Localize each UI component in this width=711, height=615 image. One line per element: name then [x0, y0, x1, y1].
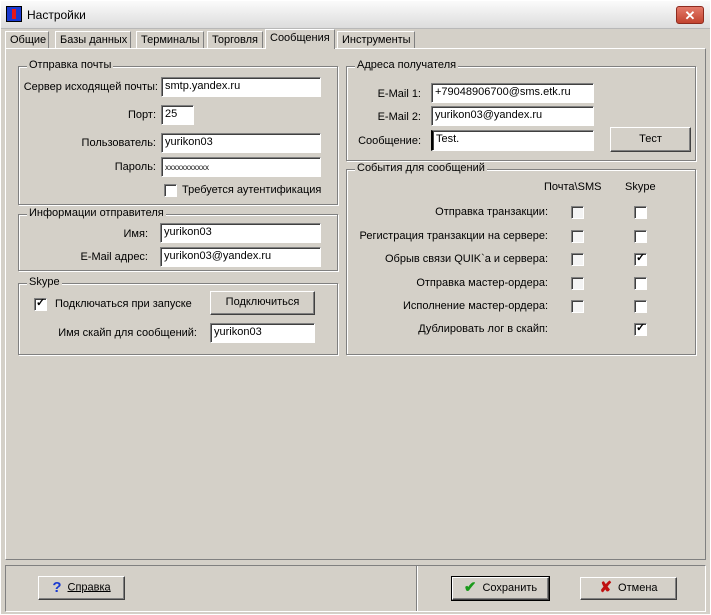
- email1-field[interactable]: +79048906700@sms.etk.ru: [431, 83, 594, 103]
- tab-general[interactable]: Общие: [5, 31, 49, 48]
- check-mark: ✓: [636, 252, 646, 264]
- event-mail-checkbox[interactable]: [571, 230, 584, 243]
- close-button[interactable]: ✕: [676, 6, 704, 24]
- tab-terminals[interactable]: Терминалы: [136, 31, 204, 48]
- tab-databases[interactable]: Базы данных: [55, 31, 131, 48]
- test-button[interactable]: Тест: [610, 127, 691, 152]
- tab-trading[interactable]: Торговля: [207, 31, 263, 48]
- message-label: Сообщение:: [358, 135, 421, 147]
- event-label: Обрыв связи QUIK`a и сервера:: [385, 253, 548, 265]
- skype-connect-check-mark: ✓: [36, 297, 46, 309]
- separator: [416, 566, 418, 611]
- sender-name-label: Имя:: [123, 228, 148, 240]
- auth-checkbox[interactable]: [164, 184, 177, 197]
- save-button-label: Сохранить: [482, 582, 538, 594]
- event-skype-checkbox[interactable]: ✓: [634, 322, 647, 336]
- event-label: Отправка мастер-ордера:: [416, 277, 548, 289]
- event-skype-checkbox[interactable]: [634, 300, 647, 313]
- help-button[interactable]: ? Справка: [38, 576, 125, 600]
- sender-email-label: E-Mail адрес:: [80, 251, 148, 263]
- sender-title: Информации отправителя: [27, 207, 166, 219]
- title-bar[interactable]: Настройки ✕: [1, 1, 710, 29]
- password-label: Пароль:: [114, 161, 156, 173]
- event-skype-checkbox[interactable]: ✓: [634, 252, 647, 266]
- check-mark: ✓: [636, 322, 646, 334]
- tab-instruments[interactable]: Инструменты: [337, 31, 415, 48]
- email2-field[interactable]: yurikon03@yandex.ru: [431, 106, 594, 126]
- skype-name-field[interactable]: yurikon03: [210, 323, 315, 343]
- x-icon: ✘: [599, 579, 613, 597]
- checkmark-icon: ✔: [463, 579, 477, 597]
- port-label: Порт:: [128, 109, 156, 121]
- event-label: Отправка транзакции:: [435, 206, 548, 218]
- save-button[interactable]: ✔ Сохранить: [451, 576, 550, 601]
- event-skype-checkbox[interactable]: [634, 230, 647, 243]
- skype-name-label: Имя скайп для сообщений:: [58, 327, 197, 339]
- skype-title: Skype: [27, 276, 62, 288]
- event-skype-checkbox[interactable]: [634, 277, 647, 290]
- sender-group: Информации отправителя Имя: yurikon03 E-…: [18, 207, 338, 271]
- event-mail-checkbox[interactable]: [571, 253, 584, 266]
- help-button-label: Справка: [67, 581, 111, 594]
- sender-email-field[interactable]: yurikon03@yandex.ru: [160, 247, 321, 267]
- password-field[interactable]: xxxxxxxxxxx: [161, 157, 321, 177]
- port-field[interactable]: 25: [161, 105, 194, 125]
- recipient-title: Адреса получателя: [355, 59, 459, 71]
- settings-window: Настройки ✕ Общие Базы данных Терминалы …: [0, 0, 711, 615]
- email2-label: E-Mail 2:: [377, 111, 421, 123]
- email1-label: E-Mail 1:: [377, 88, 421, 100]
- tab-messages[interactable]: Сообщения: [265, 29, 335, 49]
- skype-group: Skype ✓ Подключаться при запуске Подключ…: [18, 276, 338, 355]
- event-mail-checkbox[interactable]: [571, 277, 584, 290]
- mail-send-title: Отправка почты: [27, 59, 114, 71]
- event-label: Дублировать лог в скайп:: [418, 323, 548, 335]
- sender-name-field[interactable]: yurikon03: [160, 223, 321, 243]
- mail-send-group: Отправка почты Сервер исходящей почты: s…: [18, 59, 338, 205]
- cancel-button[interactable]: ✘ Отмена: [580, 577, 677, 600]
- cancel-button-label: Отмена: [618, 582, 658, 594]
- app-icon: [6, 6, 22, 22]
- col-mail-sms-header: Почта\SMS: [544, 181, 602, 193]
- tab-page-messages: Отправка почты Сервер исходящей почты: s…: [5, 48, 706, 560]
- event-label: Исполнение мастер-ордера:: [402, 300, 548, 312]
- smtp-server-field[interactable]: smtp.yandex.ru: [161, 77, 321, 97]
- window-title: Настройки: [27, 8, 86, 22]
- event-mail-checkbox[interactable]: [571, 206, 584, 219]
- event-skype-checkbox[interactable]: [634, 206, 647, 219]
- smtp-server-label: Сервер исходящей почты:: [23, 81, 158, 93]
- button-bar: ? Справка ✔ Сохранить ✘ Отмена: [5, 565, 706, 612]
- close-icon: ✕: [684, 8, 696, 23]
- skype-connect-checkbox[interactable]: ✓: [34, 297, 47, 311]
- auth-label: Требуется аутентификация: [182, 184, 322, 196]
- user-field[interactable]: yurikon03: [161, 133, 321, 153]
- event-mail-checkbox[interactable]: [571, 300, 584, 313]
- skype-connect-button[interactable]: Подключиться: [210, 291, 315, 315]
- message-field[interactable]: Test.: [431, 130, 594, 151]
- events-group: События для сообщений Почта\SMS Skype От…: [346, 162, 696, 355]
- events-title: События для сообщений: [355, 162, 487, 174]
- skype-connect-label: Подключаться при запуске: [55, 298, 192, 310]
- recipient-group: Адреса получателя E-Mail 1: +79048906700…: [346, 59, 696, 161]
- col-skype-header: Skype: [625, 181, 656, 193]
- question-icon: ?: [52, 579, 62, 596]
- user-label: Пользователь:: [81, 137, 156, 149]
- event-label: Регистрация транзакции на сервере:: [359, 230, 548, 242]
